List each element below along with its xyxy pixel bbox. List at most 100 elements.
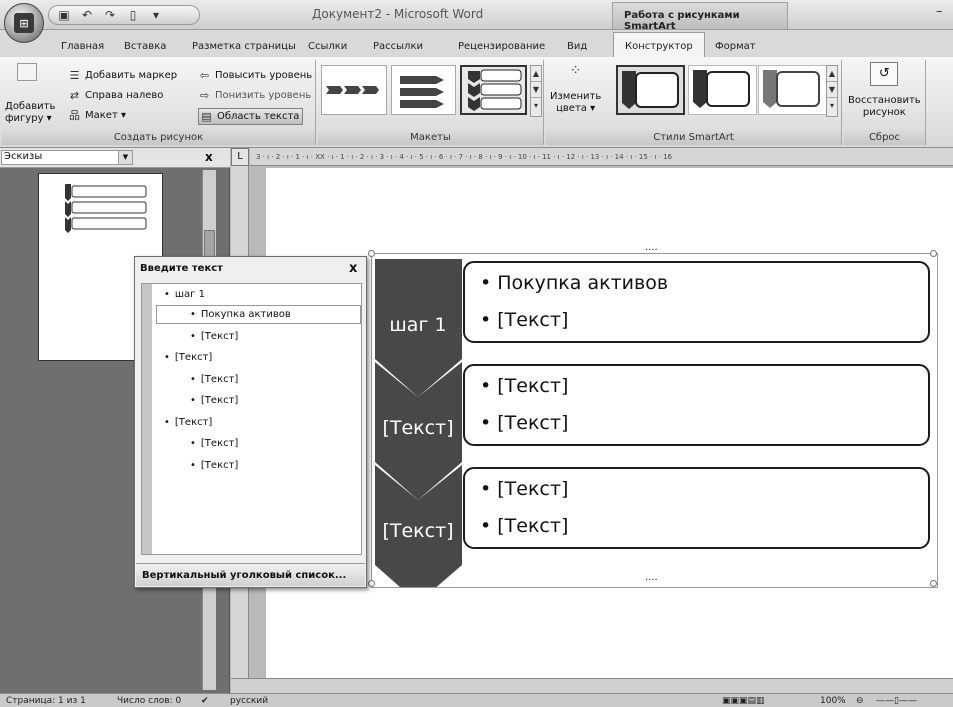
tab-selector[interactable]: L [231,148,249,166]
panel-bullet-text[interactable]: • [Текст] [480,515,568,537]
panel-bullet-text[interactable]: • [Текст] [480,412,568,434]
smartart-style-1[interactable] [616,65,685,115]
zoom-level[interactable]: 100% [820,696,846,706]
quick-access-toolbar: ▣ ↶ ↷ ▯ ▾ [48,5,200,25]
gallery-more-icon[interactable]: ▾ [531,98,541,114]
scroll-up-icon[interactable]: ▲ [531,66,541,82]
layout-option-1[interactable] [321,65,387,115]
view-buttons-icon[interactable]: ▣▣▣▤▥ [722,696,765,706]
resize-handle[interactable] [930,580,937,587]
change-colors-label-2: цвета ▾ [556,103,596,114]
tab-format[interactable]: Формат [715,41,756,52]
list-item[interactable]: [Текст] [190,395,238,406]
group-layouts: ▲ ▼ ▾ Макеты [318,60,544,145]
text-pane-layout-link[interactable]: Вертикальный уголковый список... [136,563,365,586]
color-dots-icon: ⁘ [569,63,582,79]
text-pane-close-button[interactable]: x [349,261,357,276]
tab-insert[interactable]: Вставка [124,41,166,52]
undo-icon[interactable]: ↶ [80,8,94,22]
layout-label: Макет ▾ [85,110,126,121]
bullet-list-icon: ☰ [69,69,80,82]
text-pane-strip [142,284,152,554]
top-resize-handle[interactable]: ···· [645,245,658,256]
panel-bullet-text[interactable]: • [Текст] [480,478,568,500]
reset-graphic-label-2: рисунок [862,107,906,118]
layout-option-vertical-chevron[interactable] [460,65,527,115]
scroll-up-icon[interactable]: ▲ [827,66,837,82]
new-doc-icon[interactable]: ▯ [126,8,140,22]
zoom-out-icon[interactable]: ⊖ [856,696,864,706]
add-bullet-label: Добавить маркер [85,70,178,81]
redo-icon[interactable]: ↷ [103,8,117,22]
layout-button[interactable]: 品 Макет ▾ [68,109,126,122]
add-shape-icon [17,63,37,81]
text-pane-button[interactable]: ▤ Область текста [198,108,304,125]
promote-label: Повысить уровень [215,70,313,81]
smartart-graphic[interactable]: шаг 1 • Покупка активов • [Текст] [Текст] • … [368,245,938,588]
status-word-count[interactable]: Число слов: 0 [117,696,181,706]
tab-page-layout[interactable]: Разметка страницы [192,41,296,52]
status-page[interactable]: Страница: 1 из 1 [6,696,86,706]
styles-gallery-scroll[interactable]: ▲ ▼ ▾ [826,65,838,117]
tab-design[interactable]: Конструктор [613,32,705,57]
minimize-button[interactable]: – [936,4,943,19]
panel-bullet-text[interactable]: • Покупка активов [480,272,668,294]
smartart-drawing: шаг 1 • Покупка активов • [Текст] [Текст] • … [375,259,930,587]
list-item[interactable]: Покупка активов [190,309,291,320]
style-preview-icon [693,70,750,108]
group-reset: ↺ Восстановить рисунок Сброс [844,60,926,145]
office-button[interactable]: ⊞ [4,3,44,43]
group-label-create-graphic: Создать рисунок [2,130,315,145]
reset-graphic-button[interactable]: ↺ Восстановить рисунок [848,62,921,118]
list-item[interactable]: [Текст] [190,374,238,385]
thumbnail-view-select[interactable]: Эскизы ▼ [1,150,133,165]
horizontal-ruler[interactable]: 3 · ı · 2 · ı · 1 · ı · ⅩⅩ · ı · 1 · ı ·… [250,148,953,166]
scroll-down-icon[interactable]: ▼ [531,82,541,98]
list-item[interactable]: шаг 1 [164,289,205,300]
right-to-left-button[interactable]: ⇄ Справа налево [68,89,164,102]
resize-handle[interactable] [930,250,937,257]
horizontal-scrollbar[interactable] [231,678,953,693]
add-bullet-button[interactable]: ☰ Добавить маркер [68,69,178,82]
layouts-gallery-scroll[interactable]: ▲ ▼ ▾ [530,65,542,117]
bottom-resize-handle[interactable]: ···· [645,575,658,586]
list-item[interactable]: [Текст] [190,438,238,449]
tab-view[interactable]: Вид [567,41,587,52]
text-pane-list[interactable]: шаг 1 Покупка активов [Текст] [Текст] [Т… [141,283,362,555]
resize-handle[interactable] [368,250,375,257]
gallery-more-icon[interactable]: ▾ [827,98,837,114]
title-bar: ⊞ ▣ ↶ ↷ ▯ ▾ Документ2 - Microsoft Word Р… [0,0,953,43]
chevron-label[interactable]: шаг 1 [389,314,446,336]
page-thumbnail-number: 1 [102,344,109,354]
thumbnail-pane-close-button[interactable]: x [205,150,213,164]
list-item[interactable]: [Текст] [190,331,238,342]
chevron-down-icon[interactable]: ▼ [118,151,132,164]
customize-icon[interactable]: ▾ [149,8,163,22]
panel-bullet-text[interactable]: • [Текст] [480,375,568,397]
zoom-slider[interactable]: ——▯—— [876,696,917,706]
list-item[interactable]: [Текст] [164,352,212,363]
change-colors-button[interactable]: ⁘ Изменить цвета ▾ [550,64,601,114]
status-bar: Страница: 1 из 1 Число слов: 0 ✔ русский… [0,693,953,707]
swap-arrows-icon: ⇄ [69,89,80,102]
layout-option-2[interactable] [391,65,456,115]
list-item[interactable]: [Текст] [164,417,212,428]
tab-review[interactable]: Рецензирование [458,41,545,52]
smartart-style-3[interactable] [758,65,827,115]
chevron-label[interactable]: [Текст] [382,417,453,439]
demote-button[interactable]: ⇨ Понизить уровень [198,89,311,102]
spellcheck-icon[interactable]: ✔ [201,696,209,706]
chevron-label[interactable]: [Текст] [382,520,453,542]
promote-button[interactable]: ⇦ Повысить уровень [198,69,312,82]
tab-references[interactable]: Ссылки [308,41,347,52]
scroll-down-icon[interactable]: ▼ [827,82,837,98]
add-shape-button[interactable]: Добавить фигуру ▾ [5,63,55,124]
panel-bullet-text[interactable]: • [Текст] [480,309,568,331]
tab-home[interactable]: Главная [61,41,104,52]
smartart-style-2[interactable] [688,65,757,115]
resize-handle[interactable] [368,580,375,587]
tab-mailings[interactable]: Рассылки [373,41,423,52]
list-item[interactable]: [Текст] [190,460,238,471]
status-language[interactable]: русский [230,696,268,706]
save-icon[interactable]: ▣ [57,8,71,22]
